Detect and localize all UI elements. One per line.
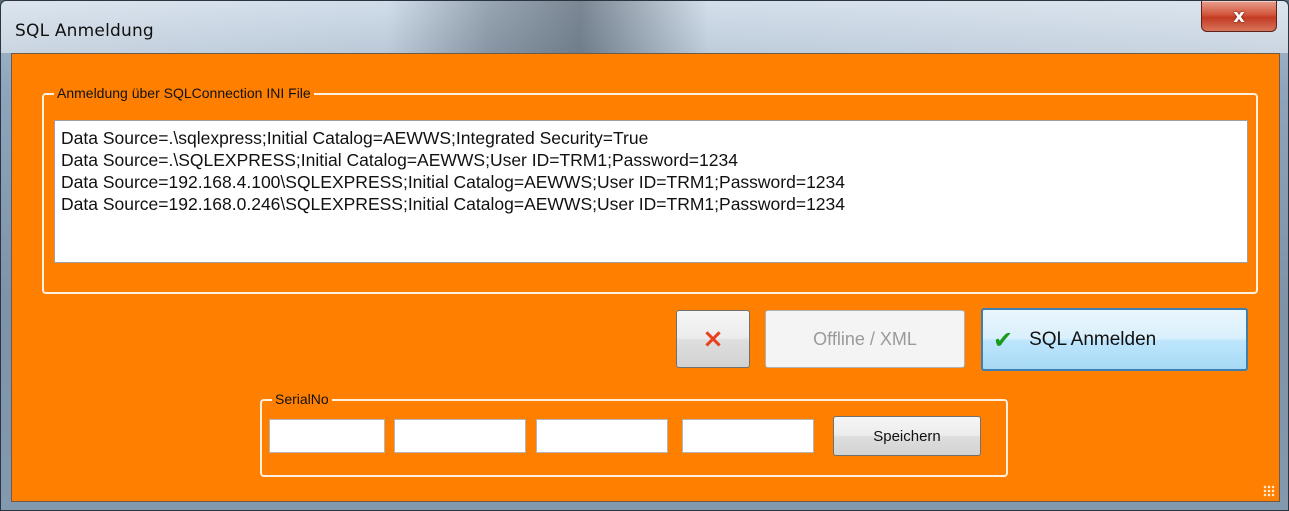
client-area: Anmeldung über SQLConnection INI File Da…	[11, 53, 1280, 502]
ini-connection-group: Anmeldung über SQLConnection INI File Da…	[42, 85, 1258, 294]
resize-grip-icon[interactable]	[1263, 485, 1275, 497]
ini-group-label: Anmeldung über SQLConnection INI File	[54, 85, 314, 101]
close-icon: x	[1233, 5, 1245, 27]
connection-list[interactable]: Data Source=.\sqlexpress;Initial Catalog…	[54, 120, 1248, 263]
serial-field-3[interactable]	[536, 419, 668, 453]
list-item[interactable]: Data Source=192.168.4.100\SQLEXPRESS;Ini…	[61, 171, 1241, 193]
serial-group-label: SerialNo	[272, 391, 332, 407]
serial-field-4[interactable]	[682, 419, 814, 453]
offline-xml-button[interactable]: Offline / XML	[765, 310, 965, 368]
sql-login-button[interactable]: ✔ SQL Anmelden	[981, 308, 1248, 371]
sql-login-label: SQL Anmelden	[1029, 328, 1157, 350]
cancel-button[interactable]: ×	[676, 310, 750, 368]
title-bar[interactable]: SQL Anmeldung x	[1, 1, 1288, 53]
serial-field-2[interactable]	[394, 419, 526, 453]
list-item[interactable]: Data Source=192.168.0.246\SQLEXPRESS;Ini…	[61, 193, 1241, 215]
cancel-x-icon: ×	[702, 324, 724, 354]
window-title: SQL Anmeldung	[15, 21, 154, 41]
checkmark-icon: ✔	[993, 325, 1014, 354]
list-item[interactable]: Data Source=.\SQLEXPRESS;Initial Catalog…	[61, 149, 1241, 171]
close-button[interactable]: x	[1201, 1, 1277, 32]
login-window: SQL Anmeldung x Anmeldung über SQLConnec…	[0, 0, 1289, 511]
save-button[interactable]: Speichern	[833, 416, 981, 456]
list-item[interactable]: Data Source=.\sqlexpress;Initial Catalog…	[61, 127, 1241, 149]
serial-field-1[interactable]	[269, 419, 385, 453]
